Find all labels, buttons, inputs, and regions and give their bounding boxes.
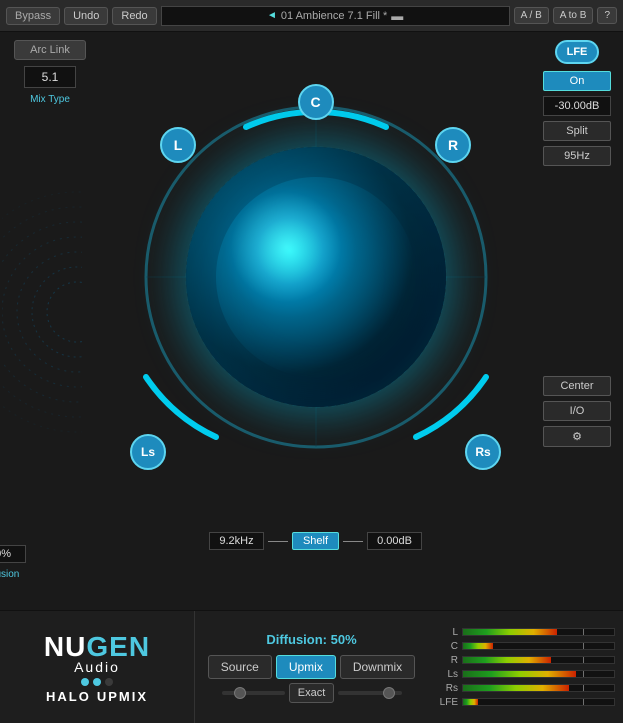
meter-row: Rs — [436, 683, 615, 694]
source-button[interactable]: Source — [208, 655, 272, 679]
brand-product: HALO UPMIX — [46, 689, 148, 704]
meter-row: C — [436, 641, 615, 652]
diffusion-value[interactable]: 50% — [0, 545, 26, 563]
bottom-controls: Diffusion: 50% Source Upmix Downmix Exac… — [195, 611, 428, 723]
meter-label: L — [436, 627, 458, 638]
mix-type-label: Mix Type — [30, 94, 70, 105]
center-area: C L R Ls Rs — [100, 32, 531, 610]
arc-link-button[interactable]: Arc Link — [14, 40, 86, 60]
exact-slider-track-2[interactable] — [338, 691, 401, 695]
exact-slider-thumb-2 — [383, 687, 395, 699]
undo-button[interactable]: Undo — [64, 7, 108, 25]
meter-row: LFE — [436, 697, 615, 708]
brand-audio: Audio — [74, 659, 120, 675]
brand-dot-2 — [93, 678, 101, 686]
eq-bar: 9.2kHz Shelf 0.00dB — [166, 532, 466, 550]
bypass-button[interactable]: Bypass — [6, 7, 60, 25]
brand-halo: HALO — [46, 689, 91, 704]
sphere-glow — [186, 147, 446, 407]
speaker-rs-label: Rs — [465, 434, 501, 470]
track-name: 01 Ambience 7.1 Fill * — [281, 10, 387, 22]
meter-row: L — [436, 627, 615, 638]
brand-dots — [81, 678, 113, 686]
top-bar: Bypass Undo Redo ◄ 01 Ambience 7.1 Fill … — [0, 0, 623, 32]
right-panel: LFE On -30.00dB Split 95Hz Center I/O ⚙ — [531, 32, 623, 610]
speaker-l-label: L — [160, 127, 196, 163]
eq-shelf-button[interactable]: Shelf — [292, 532, 339, 550]
play-icon: ◄ — [267, 10, 277, 21]
sphere-inner-glow — [216, 177, 416, 377]
meter-bar — [463, 643, 493, 649]
mix-type-value[interactable]: 5.1 — [24, 66, 76, 88]
downmix-button[interactable]: Downmix — [340, 655, 415, 679]
meter-tick — [583, 671, 584, 677]
eq-line-left — [268, 541, 288, 542]
io-button[interactable]: I/O — [543, 401, 611, 421]
meter-bar-container — [462, 642, 615, 650]
bottom-bar: NUGEN Audio HALO UPMIX Diffusion: 50% So… — [0, 610, 623, 723]
meter-tick — [583, 657, 584, 663]
speaker-ls-label: Ls — [130, 434, 166, 470]
meter-tick — [583, 629, 584, 635]
exact-button[interactable]: Exact — [289, 683, 335, 703]
left-arc-visualization — [2, 112, 82, 512]
meter-bar — [463, 699, 478, 705]
settings-button[interactable]: ⚙ — [543, 426, 611, 447]
left-panel: Arc Link 5.1 Mix Type 50% — [0, 32, 100, 610]
main-area: Arc Link 5.1 Mix Type 50% — [0, 32, 623, 610]
diffusion-area: 50% Diffusion — [0, 545, 50, 580]
meter-tick — [583, 699, 584, 705]
brand-dot-1 — [81, 678, 89, 686]
brand-area: NUGEN Audio HALO UPMIX — [0, 611, 195, 723]
meter-bar — [463, 657, 551, 663]
meter-label: Ls — [436, 669, 458, 680]
brand-gen: GEN — [86, 631, 150, 662]
playlist-icon: ▬ — [391, 9, 403, 23]
lfe-split-button[interactable]: Split — [543, 121, 611, 141]
lfe-db-value[interactable]: -30.00dB — [543, 96, 611, 116]
meter-bar — [463, 671, 576, 677]
exact-area: Exact — [222, 683, 402, 703]
lfe-hz-button[interactable]: 95Hz — [543, 146, 611, 166]
exact-slider-track[interactable] — [222, 691, 285, 695]
meter-bar-container — [462, 684, 615, 692]
meter-bar — [463, 629, 557, 635]
track-display: ◄ 01 Ambience 7.1 Fill * ▬ — [161, 6, 510, 26]
brand-upmix: UPMIX — [97, 689, 148, 704]
meter-label: Rs — [436, 683, 458, 694]
meter-bar — [463, 685, 569, 691]
meter-bar-container — [462, 698, 615, 706]
help-button[interactable]: ? — [597, 7, 617, 24]
meter-bar-container — [462, 656, 615, 664]
diffusion-label: Diffusion — [0, 569, 19, 580]
meter-bar-container — [462, 628, 615, 636]
meter-tick — [583, 685, 584, 691]
lfe-on-button[interactable]: On — [543, 71, 611, 91]
meter-row: Ls — [436, 669, 615, 680]
meter-label: R — [436, 655, 458, 666]
diffusion-display: Diffusion: 50% — [266, 632, 356, 647]
upmix-button[interactable]: Upmix — [276, 655, 336, 679]
eq-line-right — [343, 541, 363, 542]
redo-button[interactable]: Redo — [112, 7, 156, 25]
brand-dot-3 — [105, 678, 113, 686]
speaker-r-label: R — [435, 127, 471, 163]
meter-label: C — [436, 641, 458, 652]
eq-db-value[interactable]: 0.00dB — [367, 532, 422, 550]
meter-bar-container — [462, 670, 615, 678]
meter-row: R — [436, 655, 615, 666]
source-upmix-buttons: Source Upmix Downmix — [208, 655, 415, 679]
meters-area: LCR Ls Rs LFE — [428, 611, 623, 723]
eq-freq-value[interactable]: 9.2kHz — [209, 532, 264, 550]
atob-button[interactable]: A to B — [553, 7, 594, 24]
center-button[interactable]: Center — [543, 376, 611, 396]
lfe-label: LFE — [555, 40, 599, 64]
meter-label: LFE — [436, 697, 458, 708]
meter-tick — [583, 643, 584, 649]
ab-button[interactable]: A / B — [514, 7, 549, 24]
speaker-c-label: C — [298, 84, 334, 120]
ab-controls: A / B A to B ? — [514, 7, 617, 24]
exact-slider-thumb — [234, 687, 246, 699]
brand-nu: NU — [44, 631, 86, 662]
